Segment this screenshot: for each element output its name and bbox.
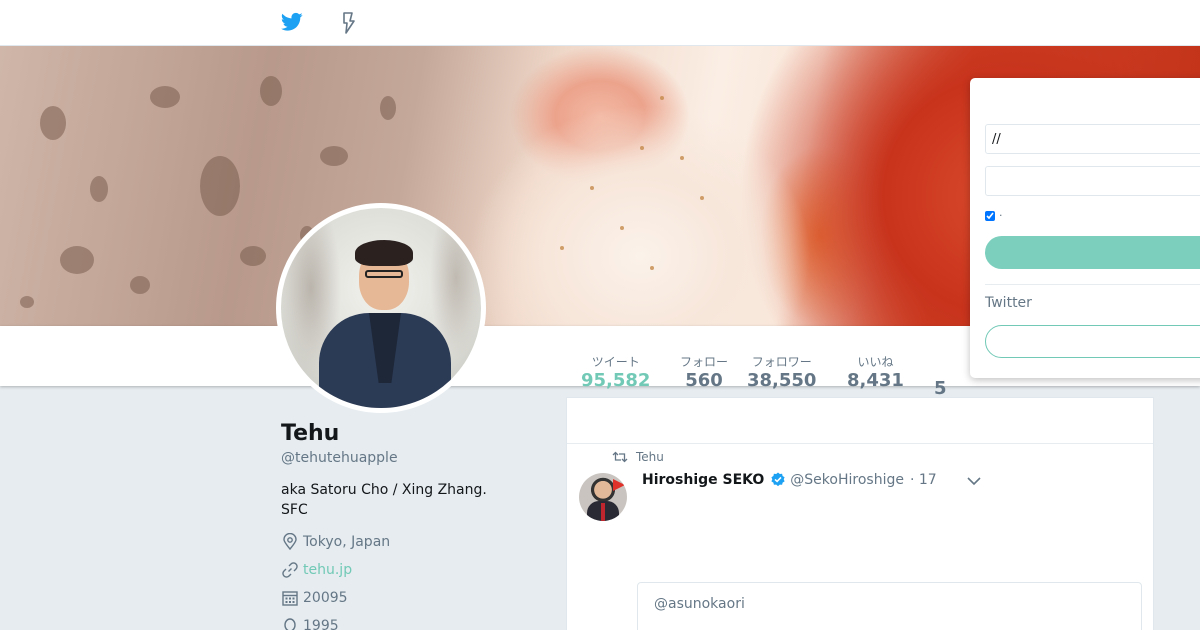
username-input[interactable] [985, 124, 1200, 154]
stat-label: いいね [857, 355, 894, 369]
verified-badge-icon [771, 472, 785, 487]
stat-following[interactable]: フォロー 560 [680, 354, 728, 392]
retweeter-name: Tehu [636, 450, 664, 464]
signup-button[interactable] [985, 325, 1200, 358]
profile-url[interactable]: tehu.jp [281, 559, 352, 581]
calendar-icon [282, 591, 298, 606]
joined-text: 20095 [303, 590, 348, 606]
profile-joined: 20095 [281, 587, 348, 609]
birthday-text: 1995 [303, 618, 339, 630]
divider [985, 284, 1200, 285]
signup-prompt: Twitter [985, 295, 1032, 311]
profile-birthday: 1995 [281, 615, 339, 630]
quoted-tweet-text: @asunokaori [654, 596, 745, 612]
stat-label: フォロワー [751, 355, 812, 369]
quoted-tweet[interactable]: @asunokaori [637, 582, 1142, 630]
tweet-timestamp[interactable]: · 17 [910, 472, 937, 488]
tweet-author-name[interactable]: Hiroshige SEKO [642, 472, 764, 488]
stat-label: ツイート [591, 355, 640, 369]
remember-me-label: · [999, 209, 1003, 222]
tweet-author-handle[interactable]: @SekoHiroshige [790, 472, 904, 488]
profile-name[interactable]: Tehu [281, 421, 339, 446]
timeline-header [567, 398, 1153, 444]
remember-me-checkbox[interactable] [985, 210, 995, 221]
link-icon [282, 562, 298, 578]
password-input[interactable] [985, 166, 1200, 196]
stat-label: フォロー [680, 355, 729, 369]
stat-value: 8,431 [847, 370, 904, 391]
profile-handle[interactable]: @tehutehuapple [281, 450, 398, 466]
top-navigation-bar [0, 0, 1200, 46]
tweet-header: Hiroshige SEKO @SekoHiroshige · 17 [642, 470, 937, 490]
profile-avatar[interactable] [276, 203, 486, 413]
profile-bio: aka Satoru Cho / Xing Zhang. SFC [281, 482, 487, 518]
balloon-icon [284, 618, 296, 630]
location-text: Tokyo, Japan [303, 534, 391, 550]
stat-likes[interactable]: いいね 8,431 [847, 354, 904, 392]
chevron-down-icon[interactable] [966, 474, 982, 488]
twitter-bird-icon[interactable] [280, 12, 303, 36]
remember-me[interactable]: · [985, 209, 1003, 222]
stat-value: 38,550 [747, 370, 817, 391]
tweet-author-avatar[interactable] [579, 473, 627, 521]
stat-followers[interactable]: フォロワー 38,550 [747, 354, 816, 392]
stat-lists[interactable]: 5 [934, 378, 947, 399]
login-button[interactable] [985, 236, 1200, 269]
retweet-context[interactable]: Tehu [612, 450, 664, 464]
stat-tweets[interactable]: ツイート 95,582 [581, 354, 650, 392]
url-link[interactable]: tehu.jp [303, 562, 352, 578]
stat-value: 560 [685, 370, 723, 391]
stat-value: 95,582 [581, 370, 651, 391]
profile-location: Tokyo, Japan [281, 531, 390, 553]
lightning-icon[interactable] [340, 12, 356, 38]
location-pin-icon [283, 533, 297, 551]
retweet-icon [612, 451, 628, 463]
login-dropdown: · Twitter [970, 78, 1200, 378]
